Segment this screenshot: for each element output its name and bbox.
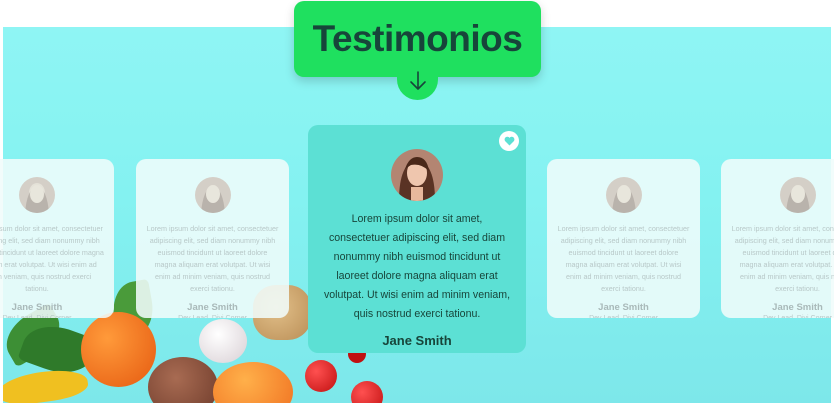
favorite-button[interactable] — [499, 131, 519, 151]
testimonial-name: Jane Smith — [187, 302, 238, 313]
potato-decoration — [148, 357, 218, 403]
tomato-decoration — [351, 381, 383, 403]
testimonial-quote: Lorem ipsum dolor sit amet, consectetuer… — [146, 224, 279, 293]
pepper-decoration — [213, 362, 293, 403]
testimonial-name: Jane Smith — [598, 302, 649, 313]
avatar — [19, 177, 55, 213]
testimonial-name: Jane Smith — [772, 302, 823, 313]
testimonial-quote: Lorem ipsum dolor sit amet, consectetuer… — [323, 213, 511, 320]
testimonial-quote: Lorem ipsum dolor sit amet, consectetuer… — [0, 224, 104, 293]
testimonial-card[interactable]: Lorem ipsum dolor sit amet, consectetuer… — [721, 159, 834, 318]
banana-decoration — [3, 365, 90, 403]
garlic-decoration — [199, 319, 247, 363]
avatar — [605, 177, 642, 213]
testimonial-role: Dev Lead, Divi Corner — [547, 315, 700, 318]
avatar — [779, 177, 816, 213]
testimonial-card[interactable]: Lorem ipsum dolor sit amet, consectetuer… — [136, 159, 289, 318]
testimonial-card[interactable]: Lorem ipsum dolor sit amet, consectetuer… — [547, 159, 700, 318]
tomato-decoration — [305, 360, 337, 392]
avatar — [194, 177, 231, 213]
arrow-down-icon — [409, 71, 426, 90]
testimonial-quote: Lorem ipsum dolor sit amet, consectetuer… — [731, 224, 834, 293]
orange-decoration — [81, 312, 156, 387]
testimonial-role: Dev Lead, Divi Corner — [721, 315, 834, 318]
testimonial-name: Jane Smith — [382, 333, 452, 348]
active-testimonial-card[interactable]: Lorem ipsum dolor sit amet, consectetuer… — [308, 125, 526, 353]
testimonial-role: Dev Lead, Divi Corner — [136, 315, 289, 318]
section-title: Testimonios — [312, 18, 523, 59]
testimonial-role: Dev Lead, Divi Corner — [0, 315, 114, 318]
testimonial-name: Jane Smith — [11, 302, 63, 313]
avatar — [391, 149, 443, 201]
heart-icon — [504, 136, 514, 146]
testimonial-quote: Lorem ipsum dolor sit amet, consectetuer… — [557, 224, 690, 293]
testimonial-card[interactable]: Lorem ipsum dolor sit amet, consectetuer… — [0, 159, 114, 318]
